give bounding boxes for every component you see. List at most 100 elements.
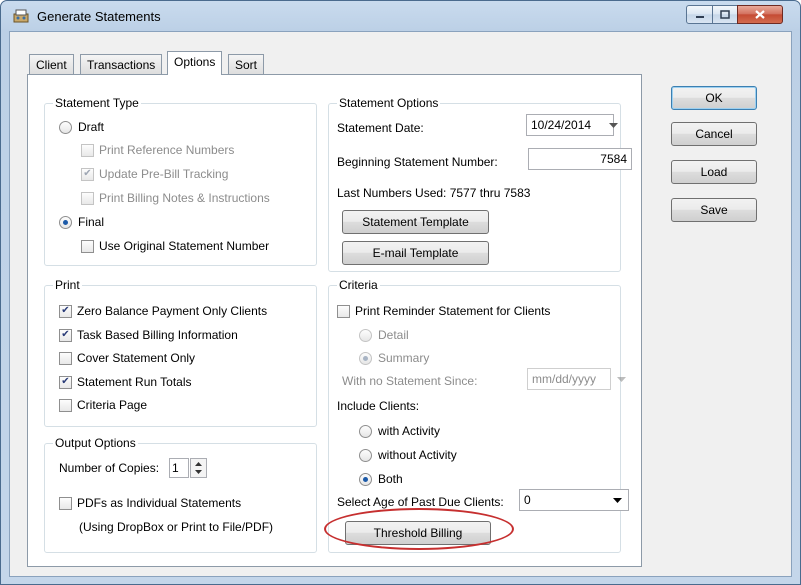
pdfs-note: (Using DropBox or Print to File/PDF) xyxy=(79,520,273,534)
radio-button[interactable] xyxy=(359,351,372,365)
chevron-down-icon xyxy=(609,122,618,128)
date-dropdown-button[interactable] xyxy=(605,114,622,136)
spin-down-icon[interactable] xyxy=(191,468,206,477)
radio-button[interactable] xyxy=(359,472,372,486)
radio-button[interactable] xyxy=(59,120,72,134)
label-text: Beginning Statement Number: xyxy=(337,155,498,169)
checkbox[interactable] xyxy=(59,351,72,365)
tab-label: Options xyxy=(174,55,216,69)
checkbox[interactable] xyxy=(337,304,350,318)
statement-type-group: Statement Type Draft Print Reference Num… xyxy=(44,96,317,266)
copies-row: Number of Copies: xyxy=(59,461,159,475)
last-numbers-used: Last Numbers Used: 7577 thru 7583 xyxy=(337,186,530,200)
checkbox-label: Print Reference Numbers xyxy=(99,143,235,157)
statement-date-input[interactable]: 10/24/2014 xyxy=(526,114,614,136)
since-date-dropdown-button[interactable] xyxy=(613,368,630,390)
window-title: Generate Statements xyxy=(37,9,161,24)
spin-up-icon[interactable] xyxy=(191,459,206,468)
checkbox[interactable] xyxy=(59,398,72,412)
radio-button[interactable] xyxy=(59,215,72,229)
radio-label: without Activity xyxy=(378,448,457,462)
copies-value: 1 xyxy=(172,461,179,475)
print-reference-numbers-checkbox[interactable]: Print Reference Numbers xyxy=(81,143,234,157)
print-billing-notes-checkbox[interactable]: Print Billing Notes & Instructions xyxy=(81,191,270,205)
copies-input[interactable]: 1 xyxy=(169,458,189,478)
title-bar[interactable]: Generate Statements xyxy=(1,1,800,31)
checkbox[interactable]: ✔ xyxy=(59,304,72,318)
summary-radio[interactable]: Summary xyxy=(359,351,429,365)
button-label: OK xyxy=(705,91,723,105)
checkbox[interactable] xyxy=(81,239,94,253)
run-totals-checkbox[interactable]: ✔ Statement Run Totals xyxy=(59,375,192,389)
tab-label: Sort xyxy=(235,58,258,72)
date-placeholder: mm/dd/yyyy xyxy=(532,372,597,386)
note-text: (Using DropBox or Print to File/PDF) xyxy=(79,520,274,534)
checkbox-label: Use Original Statement Number xyxy=(99,239,270,253)
detail-radio[interactable]: Detail xyxy=(359,328,409,342)
draft-radio[interactable]: Draft xyxy=(59,120,104,134)
radio-button[interactable] xyxy=(359,448,372,462)
ok-button[interactable]: OK xyxy=(671,86,757,110)
zero-balance-checkbox[interactable]: ✔ Zero Balance Payment Only Clients xyxy=(59,304,267,318)
output-options-group: Output Options Number of Copies: 1 PDFs … xyxy=(44,436,317,553)
no-statement-since-input[interactable]: mm/dd/yyyy xyxy=(527,368,611,390)
tab-options[interactable]: Options xyxy=(167,51,223,75)
checkbox-label: Print Reminder Statement for Clients xyxy=(355,304,551,318)
radio-button[interactable] xyxy=(359,328,372,342)
checkbox-label: Task Based Billing Information xyxy=(77,328,238,342)
checkbox[interactable]: ✔ xyxy=(81,167,94,181)
final-radio[interactable]: Final xyxy=(59,215,104,229)
radio-selected-dot xyxy=(63,219,68,225)
tab-transactions[interactable]: Transactions xyxy=(80,54,163,75)
print-reminder-checkbox[interactable]: Print Reminder Statement for Clients xyxy=(337,304,550,318)
checkbox[interactable] xyxy=(81,143,94,157)
save-button[interactable]: Save xyxy=(671,198,757,222)
without-activity-radio[interactable]: without Activity xyxy=(359,448,457,462)
beginning-number-label: Beginning Statement Number: xyxy=(337,155,498,169)
pdfs-individual-checkbox[interactable]: PDFs as Individual Statements xyxy=(59,496,241,510)
statement-template-button[interactable]: Statement Template xyxy=(342,210,489,234)
radio-selected-dot xyxy=(363,355,368,361)
button-label: Load xyxy=(700,165,728,179)
beginning-number-input[interactable]: 7584 xyxy=(528,148,632,170)
button-label: Save xyxy=(700,203,728,217)
group-title: Criteria xyxy=(337,278,380,292)
task-based-checkbox[interactable]: ✔ Task Based Billing Information xyxy=(59,328,238,342)
criteria-page-checkbox[interactable]: Criteria Page xyxy=(59,398,147,412)
checkbox[interactable]: ✔ xyxy=(59,328,72,342)
copies-spinner[interactable] xyxy=(190,458,207,478)
checkbox-label: Update Pre-Bill Tracking xyxy=(99,167,229,181)
tab-label: Client xyxy=(36,58,67,72)
chevron-down-icon xyxy=(617,376,626,382)
past-due-label: Select Age of Past Due Clients: xyxy=(337,495,504,509)
both-radio[interactable]: Both xyxy=(359,472,403,486)
email-template-button[interactable]: E-mail Template xyxy=(342,241,489,265)
tab-label: Transactions xyxy=(87,58,156,72)
update-prebill-tracking-checkbox[interactable]: ✔ Update Pre-Bill Tracking xyxy=(81,167,228,181)
maximize-button[interactable] xyxy=(712,5,738,24)
checkbox[interactable] xyxy=(59,496,72,510)
checkmark-icon: ✔ xyxy=(83,168,92,179)
checkbox-label: Cover Statement Only xyxy=(77,351,196,365)
minimize-button[interactable] xyxy=(686,5,713,24)
checkbox[interactable]: ✔ xyxy=(59,375,72,389)
load-button[interactable]: Load xyxy=(671,160,757,184)
copies-label: Number of Copies: xyxy=(59,461,160,475)
print-group: Print ✔ Zero Balance Payment Only Client… xyxy=(44,278,317,427)
with-activity-radio[interactable]: with Activity xyxy=(359,424,440,438)
checkbox-label: PDFs as Individual Statements xyxy=(77,496,242,510)
label-text: With no Statement Since: xyxy=(342,374,478,388)
radio-label: Final xyxy=(78,215,105,229)
no-statement-since-label: With no Statement Since: xyxy=(342,374,477,388)
checkbox[interactable] xyxy=(81,191,94,205)
checkmark-icon: ✔ xyxy=(61,376,70,387)
tab-sort[interactable]: Sort xyxy=(228,54,265,75)
cancel-button[interactable]: Cancel xyxy=(671,122,757,146)
close-button[interactable] xyxy=(737,5,783,24)
cover-only-checkbox[interactable]: Cover Statement Only xyxy=(59,351,195,365)
minimize-icon xyxy=(695,15,704,18)
tab-client[interactable]: Client xyxy=(29,54,74,75)
use-original-number-checkbox[interactable]: Use Original Statement Number xyxy=(81,239,269,253)
radio-button[interactable] xyxy=(359,424,372,438)
past-due-select[interactable]: 0 xyxy=(519,489,629,511)
